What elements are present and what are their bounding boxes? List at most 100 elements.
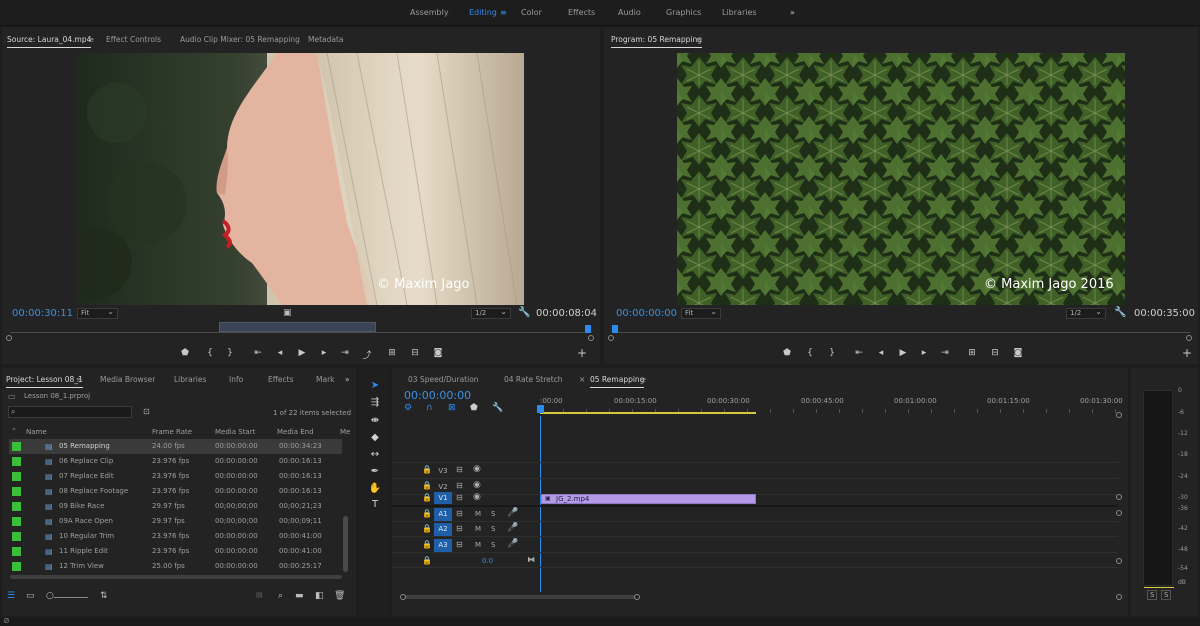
linked-selection-icon[interactable]: ⊠ (448, 403, 456, 413)
master-volume-value[interactable]: 0.0 (482, 557, 493, 565)
lift-icon[interactable]: ⊞ (965, 348, 979, 358)
timeline-zoom-scrollbar[interactable] (402, 595, 636, 599)
lock-icon[interactable]: 🔒 (422, 509, 432, 518)
playhead-handle[interactable] (537, 405, 544, 413)
step-back-icon[interactable]: ◂ (273, 348, 287, 358)
program-zoom-handle-right[interactable] (1186, 335, 1192, 341)
workspace-graphics[interactable]: Graphics (666, 8, 701, 17)
sort-icon[interactable]: ⌃ (11, 427, 17, 435)
workspace-assembly[interactable]: Assembly (410, 8, 449, 17)
project-vertical-scrollbar[interactable] (343, 516, 348, 572)
mark-in-icon[interactable]: { (203, 348, 217, 358)
tab-metadata[interactable]: Metadata (308, 35, 344, 44)
tab-libraries[interactable]: Libraries (174, 375, 206, 384)
lock-icon[interactable]: 🔒 (422, 493, 432, 502)
lock-icon[interactable]: 🔒 (422, 481, 432, 490)
tab-info[interactable]: Info (229, 375, 243, 384)
program-resolution-select[interactable]: 1/2 (1066, 307, 1106, 319)
zoom-handle-right[interactable] (634, 594, 640, 600)
slip-tool-icon[interactable]: ↔ (368, 449, 382, 463)
sync-lock-icon[interactable]: ⊟ (456, 481, 463, 490)
source-zoom-handle-left[interactable] (6, 335, 12, 341)
microphone-icon[interactable]: 🎤 (507, 539, 518, 549)
extract-icon[interactable]: ⊟ (988, 348, 1002, 358)
program-camera-icon[interactable]: ◙ (1011, 348, 1025, 358)
col-name[interactable]: Name (26, 428, 47, 436)
lock-icon[interactable]: 🔒 (422, 524, 432, 533)
selection-tool-icon[interactable]: ➤ (368, 380, 382, 394)
work-area-bar[interactable] (540, 412, 756, 414)
program-zoom-handle-left[interactable] (608, 335, 614, 341)
sync-lock-icon[interactable]: ⊟ (456, 465, 463, 474)
solo-button[interactable]: S (491, 541, 495, 549)
sync-lock-icon[interactable]: ⊟ (456, 493, 463, 502)
list-item[interactable]: ▤ 09A Race Open 29.97 fps 00;00;00;00 00… (9, 514, 342, 529)
track-select-tool-icon[interactable]: ⇶ (368, 397, 382, 411)
source-timecode-current[interactable]: 00:00:30:11 (12, 308, 73, 319)
col-media-end[interactable]: Media End (277, 428, 314, 436)
sync-lock-icon[interactable]: ⊟ (456, 524, 463, 533)
go-to-end-icon[interactable]: ⧓ (527, 555, 535, 564)
timeline-clip[interactable]: ▣ JG_2.mp4 (541, 494, 756, 504)
export-frame-icon[interactable]: ⊟ (408, 348, 422, 358)
new-bin-icon[interactable]: ▬ (295, 591, 304, 601)
program-play-icon[interactable]: ▶ (896, 348, 910, 358)
mute-button[interactable]: M (475, 541, 481, 549)
more-workspaces-icon[interactable]: » (790, 8, 795, 17)
more-panels-icon[interactable]: » (345, 375, 350, 384)
type-tool-icon[interactable]: T (368, 499, 382, 513)
program-zoom-select[interactable]: Fit (681, 307, 721, 319)
icon-view-icon[interactable]: ▭ (26, 591, 35, 601)
eye-icon[interactable]: ◉ (473, 492, 481, 502)
timeline-ruler[interactable]: :00:00 00:00:15:00 00:00:30:00 00:00:45:… (540, 394, 1123, 416)
wrench-icon[interactable]: 🔧 (518, 307, 530, 318)
source-zoom-handle-right[interactable] (588, 335, 594, 341)
solo-left-button[interactable]: S (1147, 590, 1158, 600)
audio-scroll-handle-bottom[interactable] (1116, 558, 1122, 564)
play-icon[interactable]: ▶ (295, 348, 309, 358)
microphone-icon[interactable]: 🎤 (507, 523, 518, 533)
program-mark-in-icon[interactable]: { (803, 348, 817, 358)
sort-icons-icon[interactable]: ⇅ (100, 591, 108, 601)
col-frame-rate[interactable]: Frame Rate (152, 428, 192, 436)
thumbnail-zoom-slider[interactable] (54, 597, 88, 598)
source-playhead[interactable] (585, 325, 591, 333)
timeline-settings-icon[interactable]: 🔧 (492, 403, 503, 413)
lock-icon[interactable]: 🔒 (422, 556, 432, 565)
solo-button[interactable]: S (491, 525, 495, 533)
zoom-handle-end[interactable] (1116, 594, 1122, 600)
track-v1-label[interactable]: V1 (434, 492, 452, 504)
mute-button[interactable]: M (475, 510, 481, 518)
list-item[interactable]: ▤ 06 Replace Clip 23.976 fps 00:00:00:00… (9, 454, 342, 469)
trash-icon[interactable]: 🗑 (334, 591, 345, 601)
source-zoom-select[interactable]: Fit (77, 307, 118, 319)
go-to-out-icon[interactable]: ⇥ (338, 348, 352, 358)
eye-icon[interactable]: ◉ (473, 464, 481, 474)
add-marker-icon[interactable]: ⬟ (178, 348, 192, 358)
microphone-icon[interactable]: 🎤 (507, 508, 518, 518)
sync-lock-icon[interactable]: ⊟ (456, 509, 463, 518)
track-a3-label[interactable]: A3 (434, 539, 452, 552)
video-scroll-handle-bottom[interactable] (1116, 494, 1122, 500)
tab-effect-controls[interactable]: Effect Controls (106, 35, 161, 44)
tab-program[interactable]: Program: 05 Remapping (611, 35, 702, 48)
program-video-frame[interactable]: © Maxim Jago 2016 (677, 53, 1125, 305)
solo-right-button[interactable]: S (1161, 590, 1172, 600)
workspace-menu-icon[interactable]: ≡ (500, 8, 507, 17)
camera-icon[interactable]: ◙ (431, 348, 445, 358)
track-v3-label[interactable]: V3 (434, 465, 452, 477)
hand-tool-icon[interactable]: ✋ (368, 483, 382, 497)
add-button-icon[interactable]: + (575, 346, 589, 360)
project-horizontal-scrollbar[interactable] (10, 575, 342, 579)
list-item[interactable]: ▤ 08 Replace Footage 23.976 fps 00:00:00… (9, 484, 342, 499)
step-forward-icon[interactable]: ▸ (317, 348, 331, 358)
source-time-ruler[interactable] (10, 332, 590, 333)
close-tab-icon[interactable]: × (579, 375, 585, 384)
zoom-slider-handle-icon[interactable]: ○ (46, 591, 54, 601)
automate-to-sequence-icon[interactable]: ▤ (256, 591, 263, 599)
source-menu-icon[interactable]: ≡ (88, 35, 94, 44)
program-add-button-icon[interactable]: + (1180, 346, 1194, 360)
track-a2-label[interactable]: A2 (434, 523, 452, 536)
snap-icon[interactable]: ∩ (426, 403, 433, 413)
col-media-start[interactable]: Media Start (215, 428, 255, 436)
